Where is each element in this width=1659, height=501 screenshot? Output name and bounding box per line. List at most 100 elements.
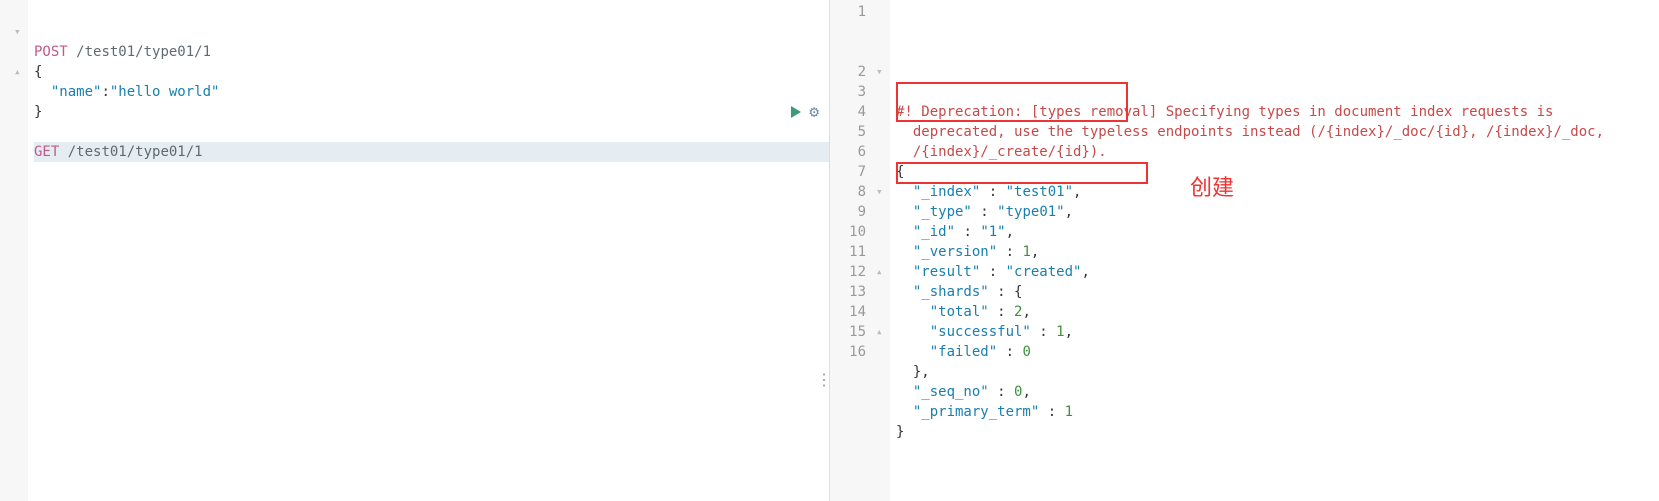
code-token: "_index" — [913, 184, 980, 200]
code-token: POST — [34, 44, 68, 60]
response-line-gutter: 12345678910111213141516 — [830, 0, 876, 501]
code-line[interactable]: { — [34, 62, 829, 82]
code-line[interactable]: "name":"hello world" — [34, 82, 829, 102]
code-token — [896, 364, 913, 380]
code-token: "1" — [980, 224, 1005, 240]
code-line[interactable]: } — [896, 422, 1659, 442]
line-number: 3 — [830, 82, 866, 102]
code-token: : — [997, 244, 1022, 260]
line-number: 12 — [830, 262, 866, 282]
response-code-area: 创建 #! Deprecation: [types removal] Speci… — [890, 0, 1659, 501]
line-number: 9 — [830, 202, 866, 222]
code-token — [896, 344, 930, 360]
fold-toggle — [876, 162, 890, 182]
request-code-area[interactable]: POST /test01/type01/1 { "name":"hello wor… — [28, 0, 829, 501]
code-token — [896, 284, 913, 300]
code-line[interactable]: }, — [896, 362, 1659, 382]
code-token — [896, 264, 913, 280]
code-line[interactable]: "_seq_no" : 0, — [896, 382, 1659, 402]
code-line[interactable]: "failed" : 0 — [896, 342, 1659, 362]
code-token: 0 — [1022, 344, 1030, 360]
code-token: /test01/type01/1 — [68, 144, 203, 160]
fold-toggle[interactable]: ▾ — [876, 62, 890, 82]
fold-toggle — [876, 122, 890, 142]
code-token: "created" — [1006, 264, 1082, 280]
fold-toggle — [876, 302, 890, 322]
code-token — [896, 244, 913, 260]
code-line[interactable]: "_version" : 1, — [896, 242, 1659, 262]
line-number: 10 — [830, 222, 866, 242]
code-line[interactable]: } — [34, 102, 829, 122]
wrench-icon[interactable]: ⚙ — [809, 102, 819, 122]
fold-toggle[interactable]: ▴ — [876, 322, 890, 342]
code-line[interactable]: "_shards" : { — [896, 282, 1659, 302]
fold-toggle[interactable]: ▴ — [876, 262, 890, 282]
code-token: , — [1065, 324, 1073, 340]
code-token: : — [1031, 324, 1056, 340]
response-fold-gutter[interactable]: ▾ ▾ ▴ ▴ — [876, 0, 890, 501]
code-line[interactable]: "total" : 2, — [896, 302, 1659, 322]
line-number: 15 — [830, 322, 866, 342]
code-token: "result" — [913, 264, 980, 280]
code-token: "_id" — [913, 224, 955, 240]
line-number: 5 — [830, 122, 866, 142]
fold-toggle — [876, 242, 890, 262]
code-token: , — [1022, 304, 1030, 320]
code-token: : — [980, 264, 1005, 280]
code-token — [896, 404, 913, 420]
code-line[interactable]: "result" : "created", — [896, 262, 1659, 282]
code-line[interactable]: POST /test01/type01/1 — [34, 42, 829, 62]
code-token: , — [1031, 244, 1039, 260]
code-line[interactable]: #! Deprecation: [types removal] Specifyi… — [896, 102, 1659, 162]
code-token: #! Deprecation: [types removal] Specifyi… — [896, 104, 1604, 160]
code-line[interactable] — [896, 442, 1659, 462]
code-token — [896, 324, 930, 340]
pane-divider-icon[interactable]: ⋮ — [816, 370, 830, 389]
fold-toggle — [876, 202, 890, 222]
code-token: GET — [34, 144, 59, 160]
line-number: 7 — [830, 162, 866, 182]
fold-toggle — [876, 82, 890, 102]
code-token: "test01" — [1006, 184, 1073, 200]
code-token — [896, 204, 913, 220]
run-controls: ⚙ — [791, 102, 819, 122]
code-token: "total" — [930, 304, 989, 320]
code-token: : — [955, 224, 980, 240]
code-token — [896, 224, 913, 240]
response-pane[interactable]: ⋮ 12345678910111213141516 ▾▾▴▴ 创建 #! Dep… — [830, 0, 1659, 501]
fold-toggle[interactable]: ▾ — [876, 182, 890, 202]
request-editor-pane[interactable]: ▾▴ POST /test01/type01/1 { "name":"hello … — [0, 0, 830, 501]
code-line[interactable]: "_id" : "1", — [896, 222, 1659, 242]
line-number: 8 — [830, 182, 866, 202]
code-token: "_version" — [913, 244, 997, 260]
code-line[interactable] — [34, 122, 829, 142]
code-token: : — [101, 84, 109, 100]
code-token: "_shards" — [913, 284, 989, 300]
code-line[interactable]: "successful" : 1, — [896, 322, 1659, 342]
code-line[interactable]: "_type" : "type01", — [896, 202, 1659, 222]
line-number: 6 — [830, 142, 866, 162]
fold-toggle — [876, 102, 890, 122]
code-token: } — [896, 424, 904, 440]
line-number: 1 — [830, 2, 866, 62]
code-line[interactable]: "_primary_term" : 1 — [896, 402, 1659, 422]
code-token: "successful" — [930, 324, 1031, 340]
request-line-gutter — [0, 0, 14, 501]
code-token: "failed" — [930, 344, 997, 360]
code-token: { — [34, 64, 42, 80]
code-token: : — [989, 384, 1014, 400]
line-number: 16 — [830, 342, 866, 362]
code-token: , — [1065, 204, 1073, 220]
code-token — [59, 144, 67, 160]
fold-toggle — [876, 282, 890, 302]
code-token: : — [1039, 404, 1064, 420]
code-token: : — [972, 204, 997, 220]
code-token: : — [989, 304, 1014, 320]
line-number: 13 — [830, 282, 866, 302]
request-fold-gutter[interactable]: ▾▴ — [14, 0, 28, 501]
run-icon[interactable] — [791, 106, 801, 118]
code-line[interactable]: { — [896, 162, 1659, 182]
code-line[interactable]: GET /test01/type01/1 — [34, 142, 829, 162]
code-line[interactable]: "_index" : "test01", — [896, 182, 1659, 202]
code-token: 1 — [1056, 324, 1064, 340]
